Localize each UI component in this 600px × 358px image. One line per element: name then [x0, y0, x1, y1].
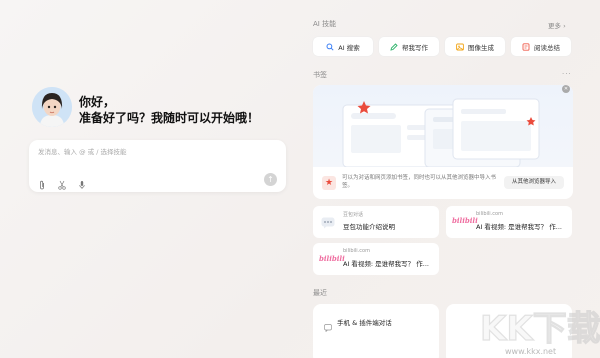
chat-bubble-icon — [324, 317, 332, 336]
scissors-icon[interactable] — [58, 175, 66, 190]
import-bookmarks-button[interactable]: 从其他浏览器导入 — [504, 176, 564, 189]
greeting-line-2: 准备好了吗？我随时可以开始哦！ — [79, 111, 260, 125]
bookmarks-more-button[interactable]: ··· — [562, 70, 572, 78]
bookmark-item[interactable]: 豆包对话 豆包功能介绍说明 — [313, 206, 439, 238]
bookmark-item[interactable]: bilibili bilibili.com AI 看视频: 是谁帮我写？ 作..… — [446, 206, 572, 238]
bilibili-logo: bilibili — [319, 254, 345, 263]
chat-input-box[interactable]: 发消息、输入 @ 或 / 选择技能 ↑ — [29, 140, 286, 192]
skill-ai-search[interactable]: AI 搜索 — [313, 37, 373, 56]
chat-toolbar — [38, 175, 86, 190]
skill-writing[interactable]: 帮我写作 — [379, 37, 439, 56]
greeting-text: 你好， 准备好了吗？我随时可以开始哦！ — [79, 94, 259, 126]
skill-label: 图像生成 — [468, 43, 494, 52]
close-icon[interactable]: ✕ — [562, 85, 570, 93]
book-icon — [522, 42, 530, 51]
bookmark-source: bilibili.com — [343, 248, 370, 254]
bookmark-illustration — [313, 85, 573, 168]
recent-item[interactable]: 手机 & 插件端对话 — [313, 304, 439, 358]
bookmark-item[interactable]: bilibili bilibili.com AI 看视频: 是谁帮我写？ 作..… — [313, 243, 439, 275]
chat-bubble-icon — [321, 214, 335, 229]
bookmark-title: 豆包功能介绍说明 — [343, 223, 395, 231]
skill-label: 阅读总结 — [534, 43, 560, 52]
bilibili-logo: bilibili — [452, 216, 478, 225]
chat-input[interactable]: 发消息、输入 @ 或 / 选择技能 — [38, 146, 126, 156]
skill-image-gen[interactable]: 图像生成 — [445, 37, 505, 56]
send-button[interactable]: ↑ — [264, 173, 277, 186]
bookmark-title: AI 看视频: 是谁帮我写？ 作... — [343, 260, 429, 268]
skill-reading-summary[interactable]: 阅读总结 — [511, 37, 571, 56]
bookmark-source: bilibili.com — [476, 211, 503, 217]
watermark-logo: KK下载 — [480, 309, 600, 349]
watermark-url: www.kkx.net — [505, 347, 557, 356]
search-icon — [326, 43, 334, 51]
recent-item-label: 手机 & 插件端对话 — [337, 319, 392, 327]
arrow-up-icon: ↑ — [267, 175, 274, 184]
paperclip-icon[interactable] — [38, 175, 46, 190]
recent-section-title: 最近 — [313, 289, 327, 297]
bookmark-title: AI 看视频: 是谁帮我写？ 作... — [476, 223, 562, 231]
greeting-line-1: 你好， — [79, 95, 116, 109]
pen-icon — [390, 42, 398, 51]
bookmark-source: 豆包对话 — [343, 212, 364, 218]
bookmark-star-icon: ★ — [322, 176, 336, 190]
skill-label: AI 搜索 — [338, 43, 360, 52]
bookmarks-section-title: 书签 — [313, 71, 327, 79]
microphone-icon[interactable] — [78, 175, 86, 189]
assistant-avatar — [32, 87, 72, 127]
skills-more-link[interactable]: 更多 › — [548, 20, 566, 30]
skill-label: 帮我写作 — [402, 43, 428, 52]
skills-section-title: AI 技能 — [313, 20, 337, 28]
image-icon — [456, 43, 464, 51]
bookmarks-description: 可以为对话和网页添加书签，同时也可以从其他浏览器中导入书签。 — [342, 175, 497, 189]
